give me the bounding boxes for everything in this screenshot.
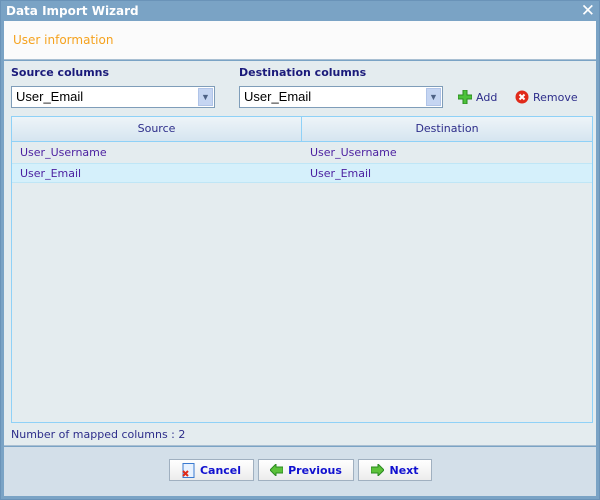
table-row[interactable]: User_Username User_Username [12,143,592,163]
cell-destination: User_Username [310,146,397,159]
cell-source: User_Email [20,167,82,180]
destination-columns-select[interactable]: User_Email ▼ [239,86,443,108]
destination-selected-value: User_Email [244,89,312,104]
step-header: User information [4,21,596,60]
next-label: Next [389,463,419,477]
destination-columns-label: Destination columns [239,66,367,79]
add-button[interactable]: Add [458,90,497,104]
remove-label: Remove [533,90,578,104]
arrow-left-icon [270,464,284,476]
arrow-right-icon [371,464,385,476]
source-columns-label: Source columns [11,66,110,79]
wizard-body: Source columns Destination columns User_… [4,61,596,446]
source-selected-value: User_Email [16,89,84,104]
cell-destination: User_Email [310,167,372,180]
chevron-down-icon[interactable]: ▼ [426,88,441,106]
plus-icon [458,90,472,104]
column-header-source[interactable]: Source [12,117,302,141]
title-bar: Data Import Wizard ✕ [1,1,599,21]
previous-label: Previous [288,463,342,477]
mapping-grid: Source Destination User_Username User_Us… [11,116,593,423]
window-title: Data Import Wizard [6,4,139,18]
wizard-window: Data Import Wizard ✕ User information So… [0,0,600,500]
previous-button[interactable]: Previous [258,459,354,481]
chevron-down-icon[interactable]: ▼ [198,88,213,106]
next-button[interactable]: Next [358,459,432,481]
remove-button[interactable]: Remove [515,90,578,104]
cancel-label: Cancel [199,463,242,477]
wizard-footer: Cancel Previous Next [4,447,596,496]
cancel-icon [182,462,195,478]
column-header-destination[interactable]: Destination [302,117,592,141]
cell-source: User_Username [20,146,107,159]
mapped-count: Number of mapped columns : 2 [11,428,186,441]
step-title: User information [13,33,114,47]
grid-header: Source Destination [12,117,592,142]
add-label: Add [476,90,498,104]
close-icon[interactable]: ✕ [581,1,595,21]
source-columns-select[interactable]: User_Email ▼ [11,86,215,108]
cancel-button[interactable]: Cancel [169,459,254,481]
remove-icon [515,90,529,104]
table-row-selected[interactable]: User_Email User_Email [12,163,592,183]
